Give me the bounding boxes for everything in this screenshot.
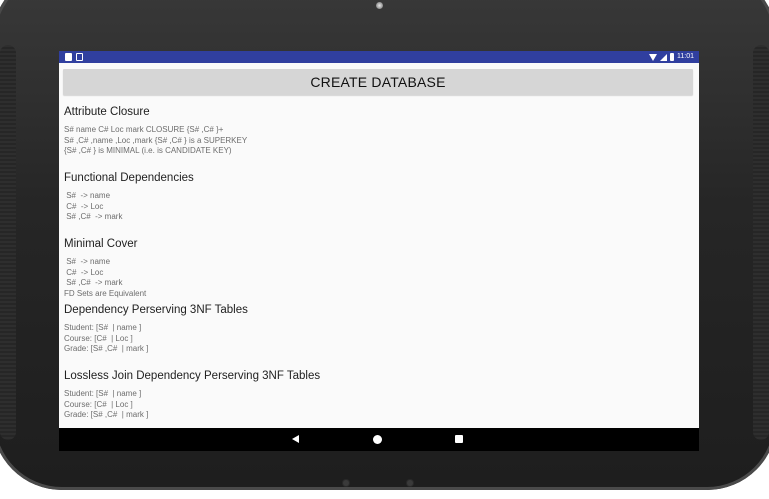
sensor-dot-icon	[343, 480, 349, 486]
lossless-join-3nf-section: Lossless Join Dependency Perserving 3NF …	[64, 369, 684, 421]
sim-card-icon	[65, 53, 72, 61]
minimal-cover-section: Minimal Cover S# -> name C# -> Loc S# ,C…	[64, 237, 684, 299]
result-line: C# -> Loc	[64, 267, 104, 277]
sensor-dot-icon	[407, 480, 413, 486]
notification-icon	[76, 53, 83, 61]
result-line: {S# ,C# } is MINIMAL (i.e. is CANDIDATE …	[64, 146, 232, 155]
home-icon[interactable]	[373, 435, 382, 444]
status-bar: 11:01	[59, 51, 699, 63]
section-title: Minimal Cover	[64, 238, 138, 250]
device-frame: 11:01 CREATE DATABASE Attribute Closure …	[0, 0, 769, 499]
result-line: Course: [C# | Loc ]	[64, 399, 133, 409]
result-line: S# ,C# ,name ,Loc ,mark {S# ,C# } is a S…	[64, 135, 248, 145]
dependency-preserving-3nf-section: Dependency Perserving 3NF Tables Student…	[64, 303, 684, 355]
result-line: FD Sets are Equivalent	[64, 288, 147, 298]
recents-icon[interactable]	[455, 435, 463, 443]
section-title: Lossless Join Dependency Perserving 3NF …	[64, 370, 321, 382]
result-line: S# ,C# -> mark	[64, 278, 123, 287]
result-line: S# -> name	[64, 257, 111, 266]
result-line: S# -> name	[64, 191, 111, 200]
front-camera-icon	[376, 2, 383, 9]
wifi-icon	[649, 53, 657, 61]
battery-icon	[670, 53, 674, 61]
result-line: Student: [S# | name ]	[64, 323, 142, 332]
result-line: Grade: [S# ,C# | mark ]	[64, 344, 149, 353]
result-line: Grade: [S# ,C# | mark ]	[64, 410, 149, 419]
create-database-button[interactable]: CREATE DATABASE	[63, 69, 693, 95]
result-line: S# ,C# -> mark	[64, 212, 123, 221]
functional-dependencies-section: Functional Dependencies S# -> name C# ->…	[64, 171, 684, 223]
navigation-bar	[59, 428, 699, 451]
result-line: Course: [C# | Loc ]	[64, 333, 133, 343]
right-speaker-grille	[753, 45, 769, 440]
app-screen: 11:01 CREATE DATABASE Attribute Closure …	[59, 51, 699, 451]
section-title: Functional Dependencies	[64, 172, 194, 184]
result-line: S# name C# Loc mark CLOSURE {S# ,C# }+	[64, 125, 224, 134]
main-content[interactable]: CREATE DATABASE Attribute Closure S# nam…	[59, 63, 699, 428]
result-line: Student: [S# | name ]	[64, 389, 142, 398]
back-icon[interactable]	[292, 435, 299, 443]
section-title: Attribute Closure	[64, 106, 150, 118]
signal-icon	[660, 53, 667, 61]
result-line: C# -> Loc	[64, 201, 104, 211]
left-speaker-grille	[0, 45, 16, 440]
section-title: Dependency Perserving 3NF Tables	[64, 304, 248, 316]
attribute-closure-section: Attribute Closure S# name C# Loc mark CL…	[64, 105, 684, 157]
status-time: 11:01	[677, 53, 694, 60]
